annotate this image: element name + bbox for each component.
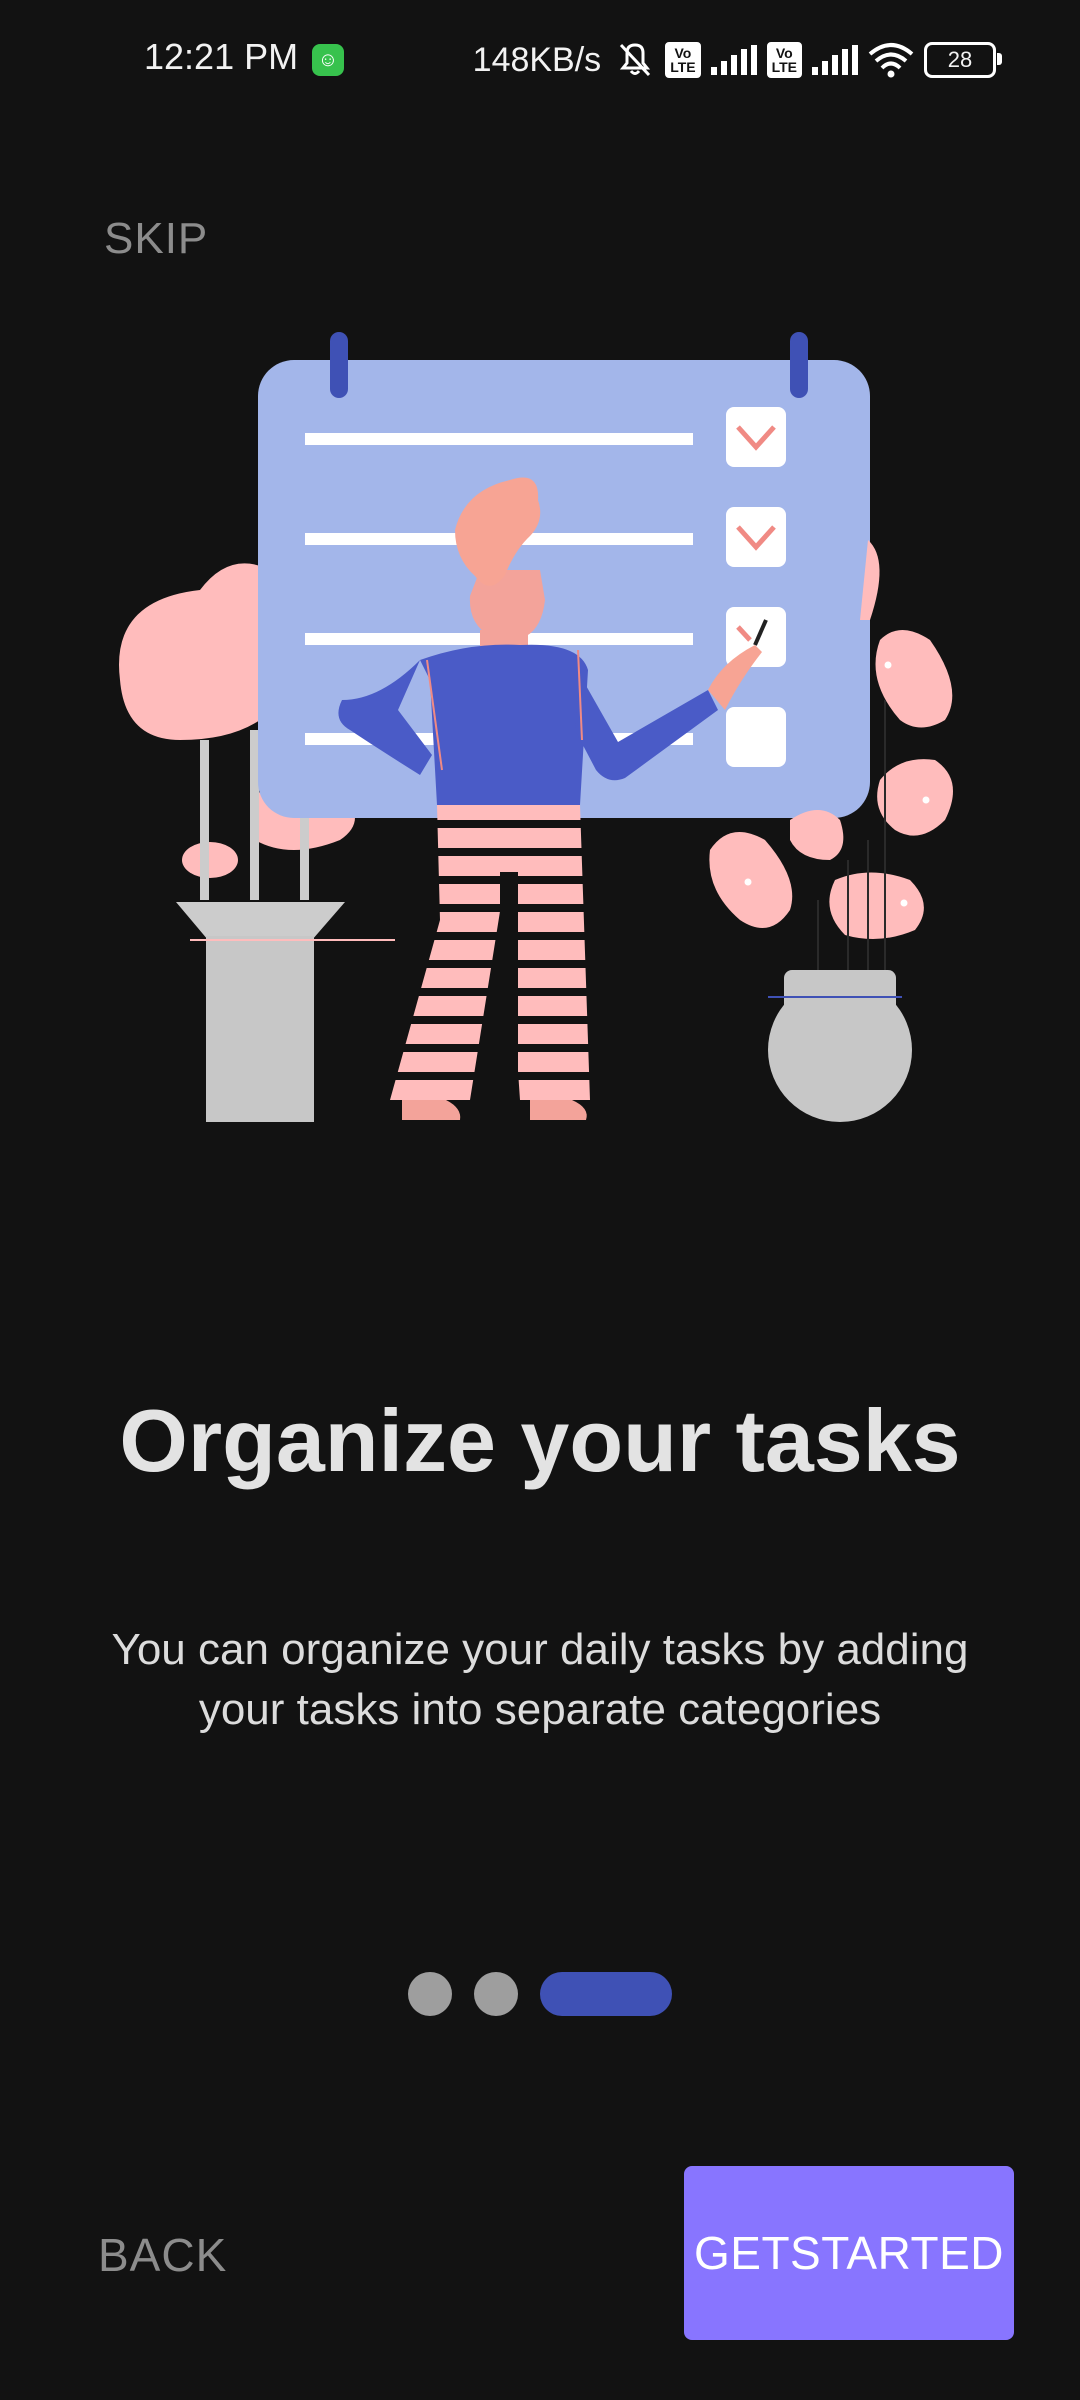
battery-level: 28 xyxy=(947,47,973,72)
signal-icon xyxy=(710,45,757,75)
onboarding-title: Organize your tasks xyxy=(119,1391,961,1490)
volte-icon: Vo LTE xyxy=(766,42,802,78)
android-app-icon: ☺ xyxy=(312,44,344,76)
battery-icon: 28 xyxy=(924,42,1002,78)
page-dot-active xyxy=(540,1972,672,2016)
mute-icon xyxy=(615,41,655,79)
signal-icon xyxy=(812,45,858,75)
skip-button[interactable]: SKIP xyxy=(104,214,208,264)
onboarding-illustration xyxy=(119,332,953,1122)
page-dot xyxy=(408,1972,452,2016)
status-time: 12:21 PM xyxy=(144,36,299,77)
get-started-button[interactable]: GETSTARTED xyxy=(684,2166,1014,2340)
page-dot xyxy=(474,1972,518,2016)
status-icons: 148KB/s Vo LTE Vo LTE 28 xyxy=(472,34,1002,86)
page-indicator xyxy=(0,1972,1080,2018)
status-bar: 12:21 PM ☺ 148KB/s Vo LTE Vo LTE 28 xyxy=(0,0,1080,120)
network-speed: 148KB/s xyxy=(472,40,602,79)
onboarding-description: You can organize your daily tasks by add… xyxy=(111,1625,969,1734)
wifi-icon xyxy=(868,42,914,78)
volte-icon: Vo LTE xyxy=(665,42,701,78)
back-button[interactable]: BACK xyxy=(98,2228,227,2282)
